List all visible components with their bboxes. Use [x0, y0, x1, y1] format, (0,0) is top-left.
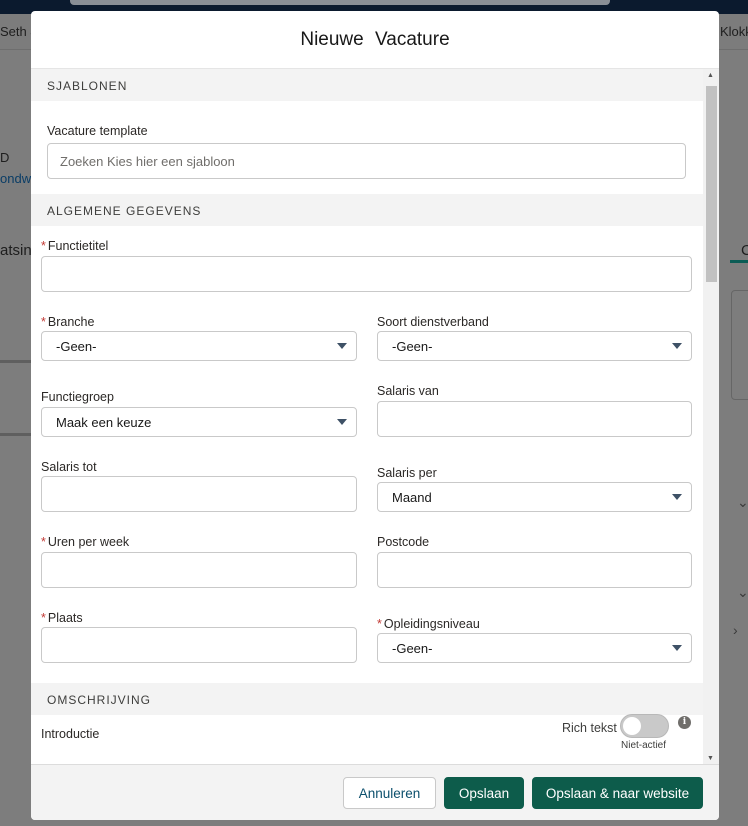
scrollbar-thumb[interactable] [706, 86, 717, 282]
salary-to-field[interactable] [41, 476, 357, 512]
job-group-selected-value: Maak een keuze [56, 415, 152, 430]
chevron-down-icon: ⌄ [737, 584, 748, 600]
background-tab-right: Klokk [720, 24, 748, 39]
required-marker: * [41, 315, 46, 329]
job-title-input[interactable] [42, 257, 691, 291]
background-heading-right: C [741, 242, 748, 259]
place-input[interactable] [42, 628, 356, 662]
employment-type-select[interactable]: -Geen- [377, 331, 692, 361]
branch-select[interactable]: -Geen- [41, 331, 357, 361]
rich-text-toggle-state: Niet-actief [621, 740, 667, 751]
required-marker: * [41, 239, 46, 253]
background-text: D [0, 150, 10, 165]
required-marker: * [377, 617, 382, 631]
modal-title: Nieuwe Vacature [300, 28, 450, 50]
section-general: ALGEMENE GEGEVENS [31, 194, 703, 226]
modal-header: Nieuwe Vacature [31, 11, 719, 69]
section-title: OMSCHRIJVING [47, 693, 152, 707]
chevron-right-icon: › [733, 622, 738, 638]
info-icon[interactable]: i [678, 716, 691, 729]
modal-footer: Annuleren Opslaan Opslaan & naar website [31, 764, 719, 820]
background-card [731, 290, 748, 400]
rich-text-label: Rich tekst [562, 721, 617, 735]
toggle-knob [623, 717, 641, 735]
hours-per-week-input[interactable] [42, 553, 356, 587]
salary-per-label: Salaris per [377, 466, 437, 480]
section-title: SJABLONEN [47, 79, 128, 93]
save-and-website-button[interactable]: Opslaan & naar website [532, 777, 703, 809]
salary-to-input[interactable] [42, 477, 356, 511]
salary-per-selected-value: Maand [392, 490, 432, 505]
postcode-input[interactable] [378, 553, 691, 587]
required-marker: * [41, 611, 46, 625]
section-title: ALGEMENE GEGEVENS [47, 204, 202, 218]
branch-label: * Branche [41, 315, 95, 329]
background-active-tab [730, 260, 748, 263]
hours-per-week-label: * Uren per week [41, 535, 130, 549]
caret-down-icon [337, 343, 347, 349]
section-description: OMSCHRIJVING [31, 683, 703, 715]
salary-from-label: Salaris van [377, 384, 439, 398]
background-link: ondw [0, 171, 32, 186]
background-divider [0, 433, 31, 436]
education-level-selected-value: -Geen- [392, 641, 433, 656]
caret-down-icon [672, 343, 682, 349]
branch-selected-value: -Geen- [56, 339, 97, 354]
salary-from-field[interactable] [377, 401, 692, 437]
template-search-input[interactable] [48, 144, 685, 178]
education-level-label: * Opleidingsniveau [377, 617, 480, 631]
place-label: * Plaats [41, 611, 83, 625]
save-button[interactable]: Opslaan [444, 777, 524, 809]
education-level-select[interactable]: -Geen- [377, 633, 692, 663]
hours-per-week-field[interactable] [41, 552, 357, 588]
employment-type-selected-value: -Geen- [392, 339, 433, 354]
salary-per-select[interactable]: Maand [377, 482, 692, 512]
postcode-field[interactable] [377, 552, 692, 588]
caret-down-icon [672, 494, 682, 500]
modal-scrollbar[interactable]: ▲ ▼ [703, 69, 719, 764]
job-title-label: * Functietitel [41, 239, 109, 253]
background-divider [0, 360, 31, 363]
job-group-select[interactable]: Maak een keuze [41, 407, 357, 437]
template-search-field[interactable] [47, 143, 686, 179]
template-field-label: Vacature template [47, 124, 148, 138]
postcode-label: Postcode [377, 535, 430, 549]
required-marker: * [41, 535, 46, 549]
scroll-up-arrow-icon[interactable]: ▲ [707, 72, 714, 79]
caret-down-icon [337, 419, 347, 425]
rich-text-toggle[interactable] [620, 714, 669, 738]
salary-to-label: Salaris tot [41, 460, 97, 474]
section-templates: SJABLONEN [31, 69, 703, 101]
caret-down-icon [672, 645, 682, 651]
place-field[interactable] [41, 627, 357, 663]
job-title-field[interactable] [41, 256, 692, 292]
modal-body[interactable]: SJABLONEN Vacature template ALGEMENE GEG… [31, 69, 719, 764]
new-vacancy-modal: Nieuwe Vacature SJABLONEN Vacature templ… [31, 11, 719, 820]
job-group-label: Functiegroep [41, 390, 114, 404]
employment-type-label: Soort dienstverband [377, 315, 489, 329]
background-heading: atsin [0, 242, 32, 259]
chevron-down-icon: ⌄ [737, 494, 748, 510]
introduction-label: Introductie [41, 727, 100, 741]
cancel-button[interactable]: Annuleren [343, 777, 436, 809]
scroll-down-arrow-icon[interactable]: ▼ [707, 755, 714, 762]
salary-from-input[interactable] [378, 402, 691, 436]
